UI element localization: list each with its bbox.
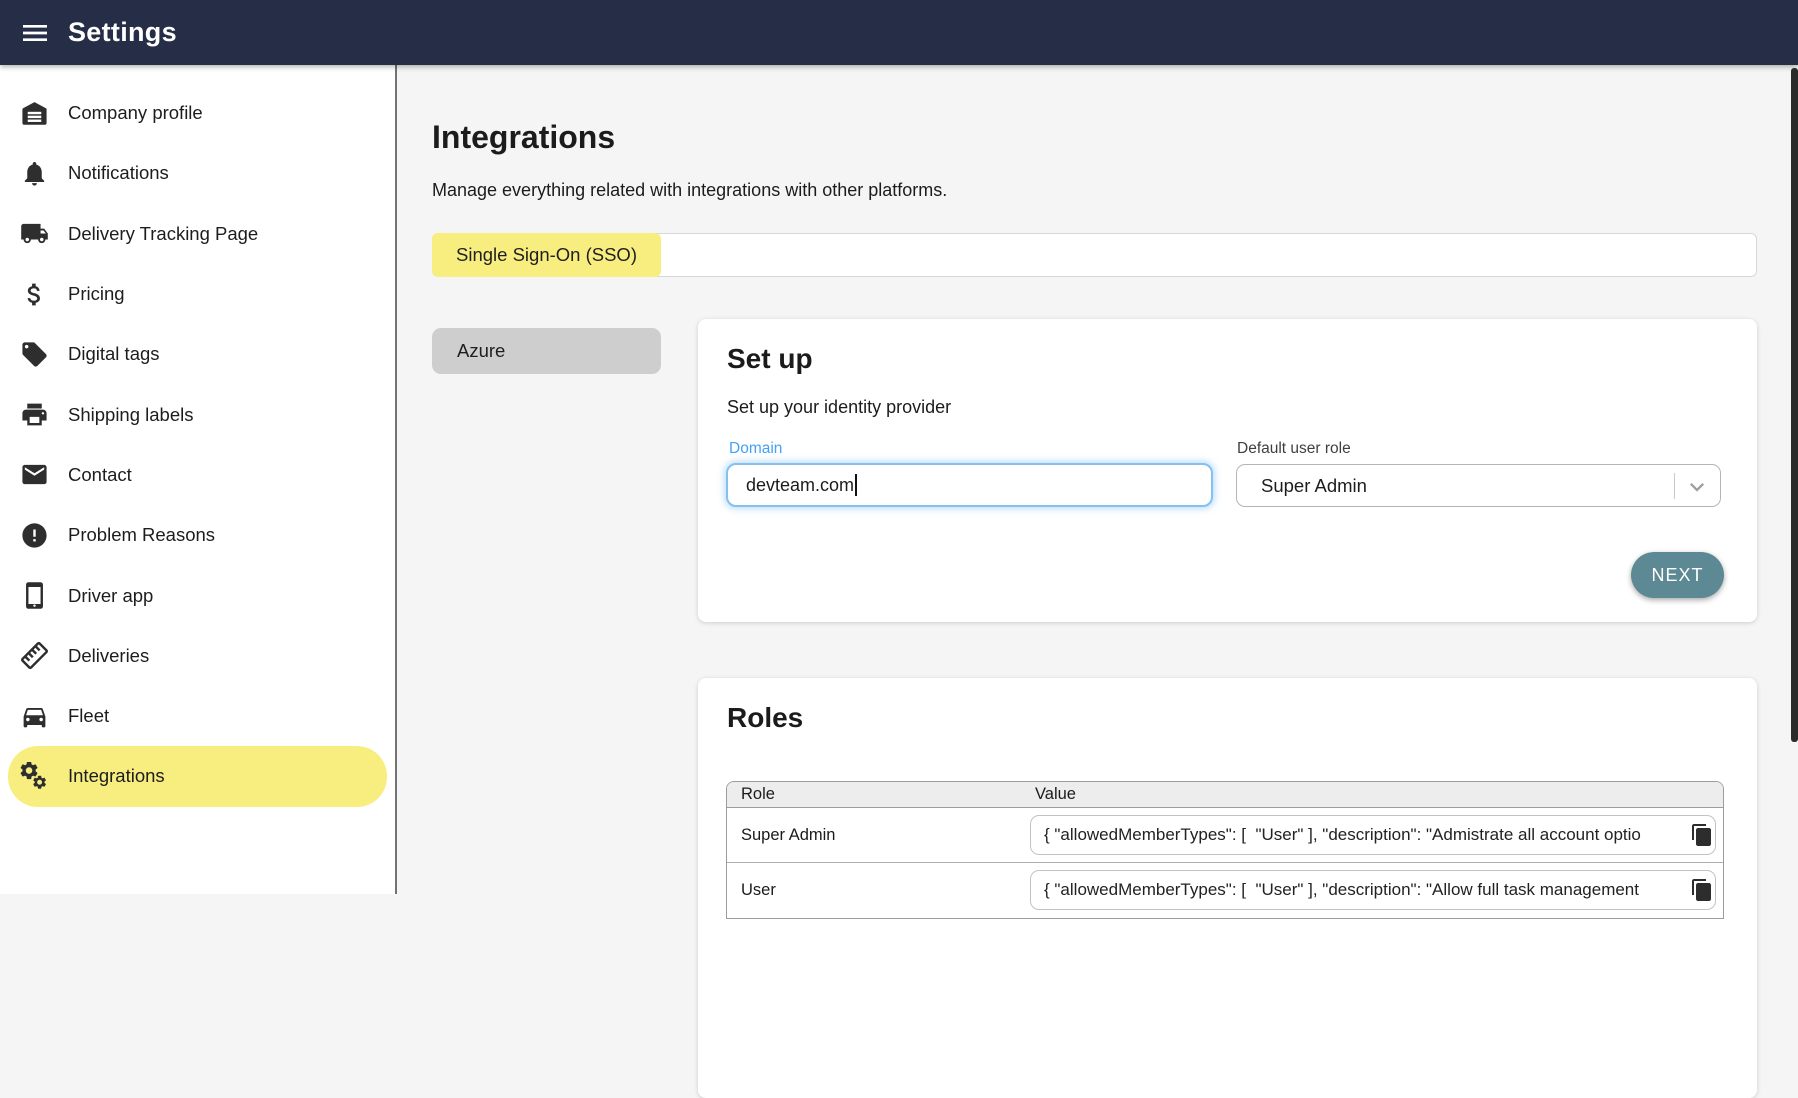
sidebar-item-label: Company profile <box>68 102 203 124</box>
column-header-role: Role <box>741 785 775 804</box>
sidebar: Company profile Notifications Delivery T… <box>0 65 397 894</box>
hamburger-menu-icon[interactable] <box>19 17 51 49</box>
domain-input-value: devteam.com <box>746 475 854 496</box>
gears-icon <box>20 762 49 791</box>
next-button[interactable]: NEXT <box>1631 552 1724 598</box>
sidebar-item-problem-reasons[interactable]: Problem Reasons <box>8 505 387 565</box>
sidebar-item-label: Shipping labels <box>68 404 193 426</box>
page-title: Integrations <box>432 119 615 156</box>
sidebar-item-label: Driver app <box>68 585 153 607</box>
warehouse-icon <box>20 99 49 128</box>
bell-icon <box>20 159 49 188</box>
sidebar-item-deliveries[interactable]: Deliveries <box>8 626 387 686</box>
table-row-super-admin: Super Admin { "allowedMemberTypes": [ "U… <box>727 808 1723 863</box>
sidebar-item-label: Notifications <box>68 162 169 184</box>
truck-icon <box>20 219 49 248</box>
sidebar-item-delivery-tracking-page[interactable]: Delivery Tracking Page <box>8 204 387 264</box>
car-icon <box>20 702 49 731</box>
domain-label: Domain <box>729 440 782 458</box>
roles-card: Roles Role Value Super Admin { "allowedM… <box>698 678 1757 1098</box>
roles-table-header: Role Value <box>727 782 1723 808</box>
sidebar-item-label: Pricing <box>68 283 125 305</box>
error-icon <box>20 521 49 550</box>
app-title: Settings <box>68 17 177 48</box>
sidebar-item-label: Deliveries <box>68 645 149 667</box>
sidebar-item-label: Problem Reasons <box>68 524 215 546</box>
tab-strip: Single Sign-On (SSO) <box>432 233 1757 277</box>
printer-icon <box>20 400 49 429</box>
dollar-icon <box>20 280 49 309</box>
setup-subtitle: Set up your identity provider <box>727 397 951 418</box>
ruler-icon <box>20 641 49 670</box>
tab-single-sign-on[interactable]: Single Sign-On (SSO) <box>432 233 661 277</box>
sidebar-item-driver-app[interactable]: Driver app <box>8 565 387 625</box>
column-header-value: Value <box>1035 785 1076 804</box>
sidebar-item-pricing[interactable]: Pricing <box>8 264 387 324</box>
smartphone-icon <box>20 581 49 610</box>
setup-card: Set up Set up your identity provider Dom… <box>698 319 1757 622</box>
sidebar-item-label: Contact <box>68 464 132 486</box>
sidebar-item-fleet[interactable]: Fleet <box>8 686 387 746</box>
setup-title: Set up <box>727 343 813 375</box>
domain-input[interactable]: devteam.com <box>726 463 1213 507</box>
text-caret <box>855 474 857 496</box>
sidebar-item-company-profile[interactable]: Company profile <box>8 83 387 143</box>
default-user-role-select[interactable]: Super Admin <box>1236 464 1721 507</box>
chevron-down-icon <box>1683 473 1711 501</box>
sidebar-item-label: Integrations <box>68 765 165 787</box>
default-user-role-label: Default user role <box>1237 440 1351 458</box>
sidebar-item-notifications[interactable]: Notifications <box>8 143 387 203</box>
copy-icon[interactable] <box>1690 823 1714 847</box>
sidebar-item-shipping-labels[interactable]: Shipping labels <box>8 384 387 444</box>
sidebar-item-label: Fleet <box>68 705 109 727</box>
roles-title: Roles <box>727 702 803 734</box>
provider-button-azure[interactable]: Azure <box>432 328 661 374</box>
roles-table: Role Value Super Admin { "allowedMemberT… <box>726 781 1724 919</box>
role-value-input[interactable]: { "allowedMemberTypes": [ "User" ], "des… <box>1030 815 1716 855</box>
select-divider <box>1674 473 1676 499</box>
role-name: User <box>741 863 776 918</box>
sidebar-item-contact[interactable]: Contact <box>8 445 387 505</box>
sidebar-item-digital-tags[interactable]: Digital tags <box>8 324 387 384</box>
role-value-input[interactable]: { "allowedMemberTypes": [ "User" ], "des… <box>1030 870 1716 910</box>
envelope-icon <box>20 460 49 489</box>
app-bar: Settings <box>0 0 1798 65</box>
tag-icon <box>20 340 49 369</box>
sidebar-item-label: Digital tags <box>68 343 160 365</box>
role-name: Super Admin <box>741 808 835 863</box>
page-subtitle: Manage everything related with integrati… <box>432 180 947 201</box>
sidebar-item-integrations[interactable]: Integrations <box>8 746 387 806</box>
default-user-role-value: Super Admin <box>1261 475 1367 497</box>
table-row-user: User { "allowedMemberTypes": [ "User" ],… <box>727 863 1723 918</box>
vertical-scrollbar[interactable] <box>1791 68 1798 742</box>
sidebar-item-label: Delivery Tracking Page <box>68 223 258 245</box>
copy-icon[interactable] <box>1690 878 1714 902</box>
